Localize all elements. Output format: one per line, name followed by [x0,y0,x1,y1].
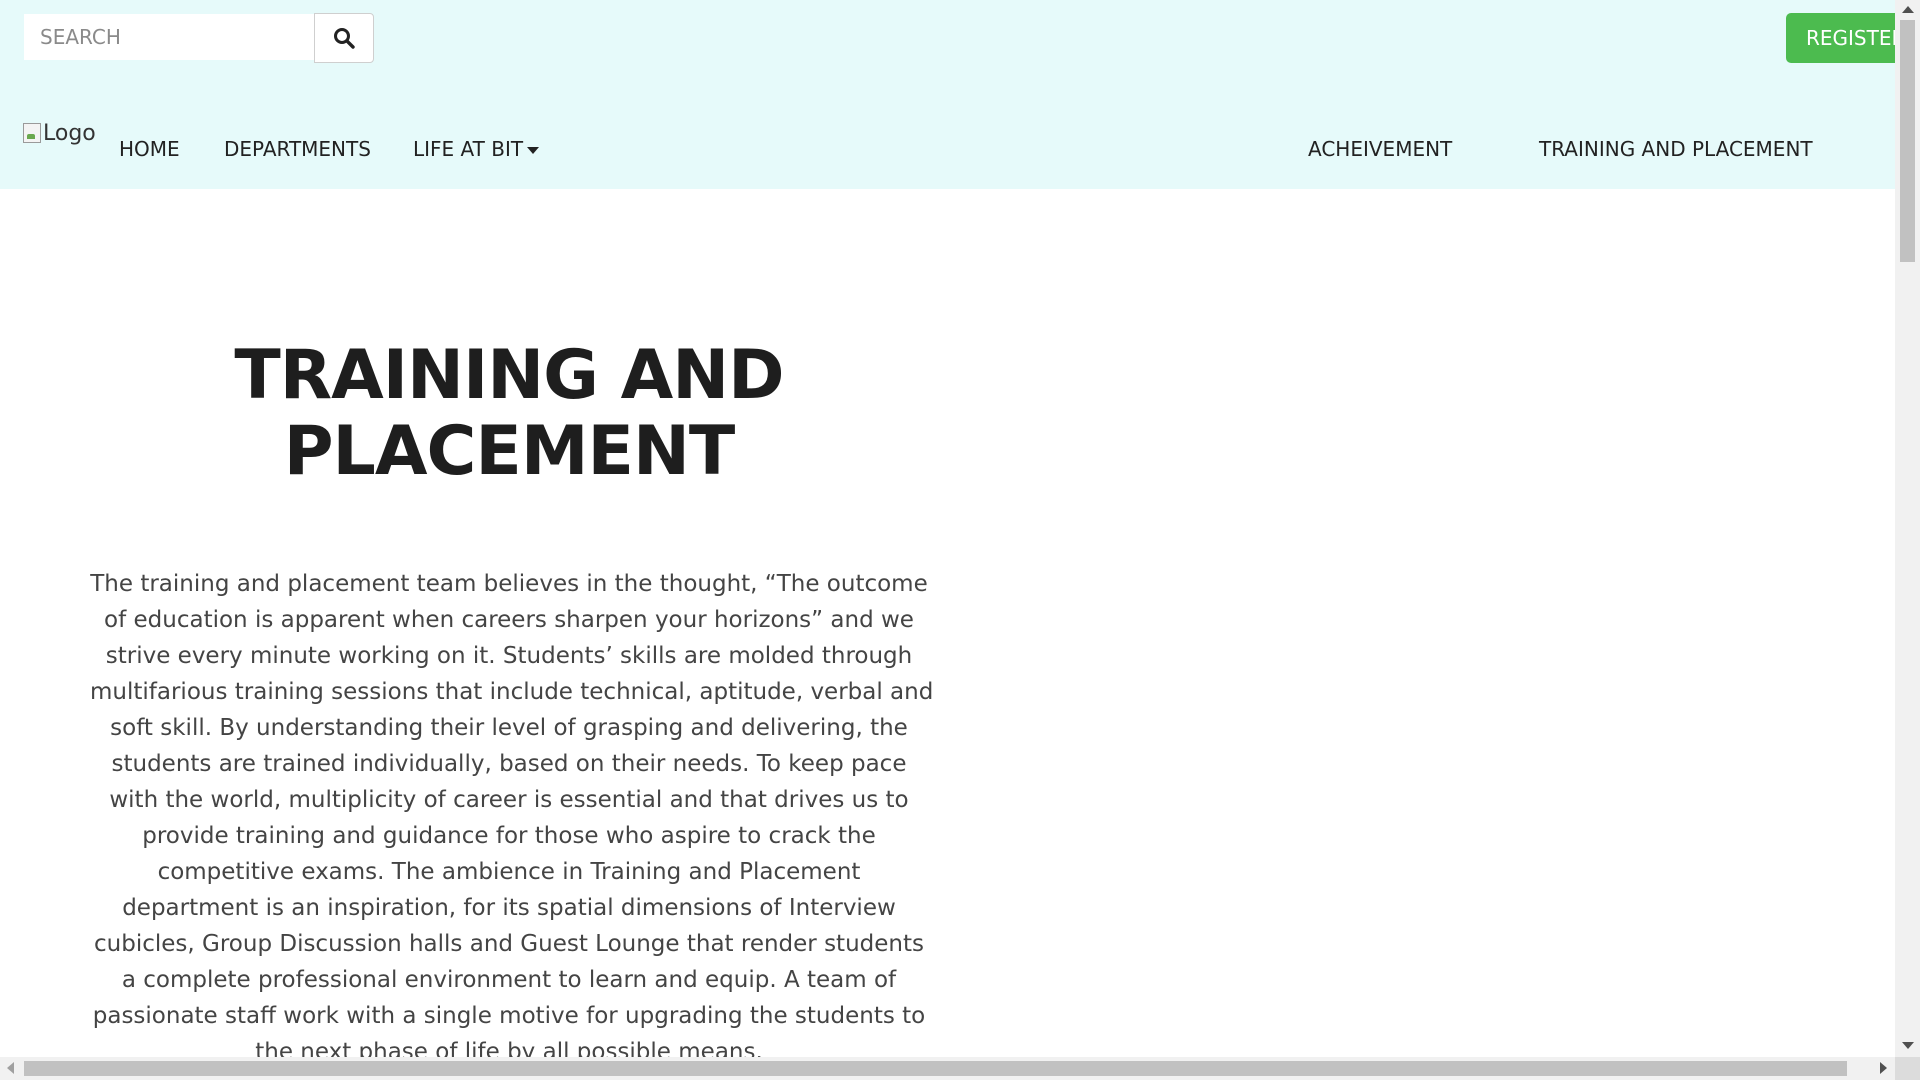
scroll-right-arrow-icon[interactable] [1880,1062,1887,1074]
horizontal-scrollbar-thumb[interactable] [24,1061,1847,1076]
paragraph-line: passionate staff work with a single moti… [92,1003,926,1029]
site-header: REGISTER Logo HOME DEPARTMENTS LIFE AT B… [0,0,1895,189]
paragraph-line: soft skill. By understanding their level… [110,715,908,741]
logo-alt-text: Logo [43,120,96,146]
scroll-up-arrow-icon[interactable] [1902,6,1914,13]
paragraph-line: students are trained individually, based… [111,751,907,777]
search-icon [334,28,355,49]
horizontal-scrollbar[interactable] [0,1057,1895,1080]
nav-home[interactable]: HOME [119,137,180,161]
paragraph-line: multifarious training sessions that incl… [90,679,934,705]
paragraph-line: department is an inspiration, for its sp… [122,895,896,921]
paragraph-line: the next phase of life by all possible m… [255,1039,763,1057]
paragraph-line: of education is apparent when careers sh… [104,607,914,633]
logo[interactable]: Logo [23,116,96,150]
paragraph-line: a complete professional environment to l… [121,967,897,993]
page-viewport: REGISTER Logo HOME DEPARTMENTS LIFE AT B… [0,0,1895,1057]
caret-down-icon [527,147,540,154]
nav-acheivement[interactable]: ACHEIVEMENT [1308,137,1452,161]
nav-life-at-bit[interactable]: LIFE AT BIT [413,137,540,161]
paragraph-line: provide training and guidance for those … [142,823,876,849]
vertical-scrollbar[interactable] [1895,0,1920,1057]
page-title: TRAINING AND PLACEMENT [100,338,918,490]
nav-training-and-placement[interactable]: TRAINING AND PLACEMENT [1539,137,1813,161]
page-title-line-1: TRAINING AND [234,336,784,415]
nav-life-at-bit-label: LIFE AT BIT [413,137,524,161]
search-input[interactable] [23,13,314,61]
paragraph-line: competitive exams. The ambience in Train… [157,859,861,885]
page-title-line-2: PLACEMENT [283,412,736,491]
paragraph-line: with the world, multiplicity of career i… [109,787,909,813]
scrollbar-corner [1895,1057,1920,1080]
vertical-scrollbar-thumb[interactable] [1900,20,1915,262]
register-button[interactable]: REGISTER [1786,13,1895,63]
broken-image-icon [23,123,41,143]
paragraph-line: The training and placement team believes… [90,571,928,597]
scroll-left-arrow-icon[interactable] [7,1062,14,1074]
paragraph-line: strive every minute working on it. Stude… [105,643,913,669]
intro-paragraph: The training and placement team believes… [90,566,934,1057]
search-button[interactable] [314,13,374,63]
paragraph-line: cubicles, Group Discussion halls and Gue… [94,931,924,957]
nav-departments[interactable]: DEPARTMENTS [224,137,371,161]
scroll-down-arrow-icon[interactable] [1902,1042,1914,1049]
search-bar [23,13,374,63]
